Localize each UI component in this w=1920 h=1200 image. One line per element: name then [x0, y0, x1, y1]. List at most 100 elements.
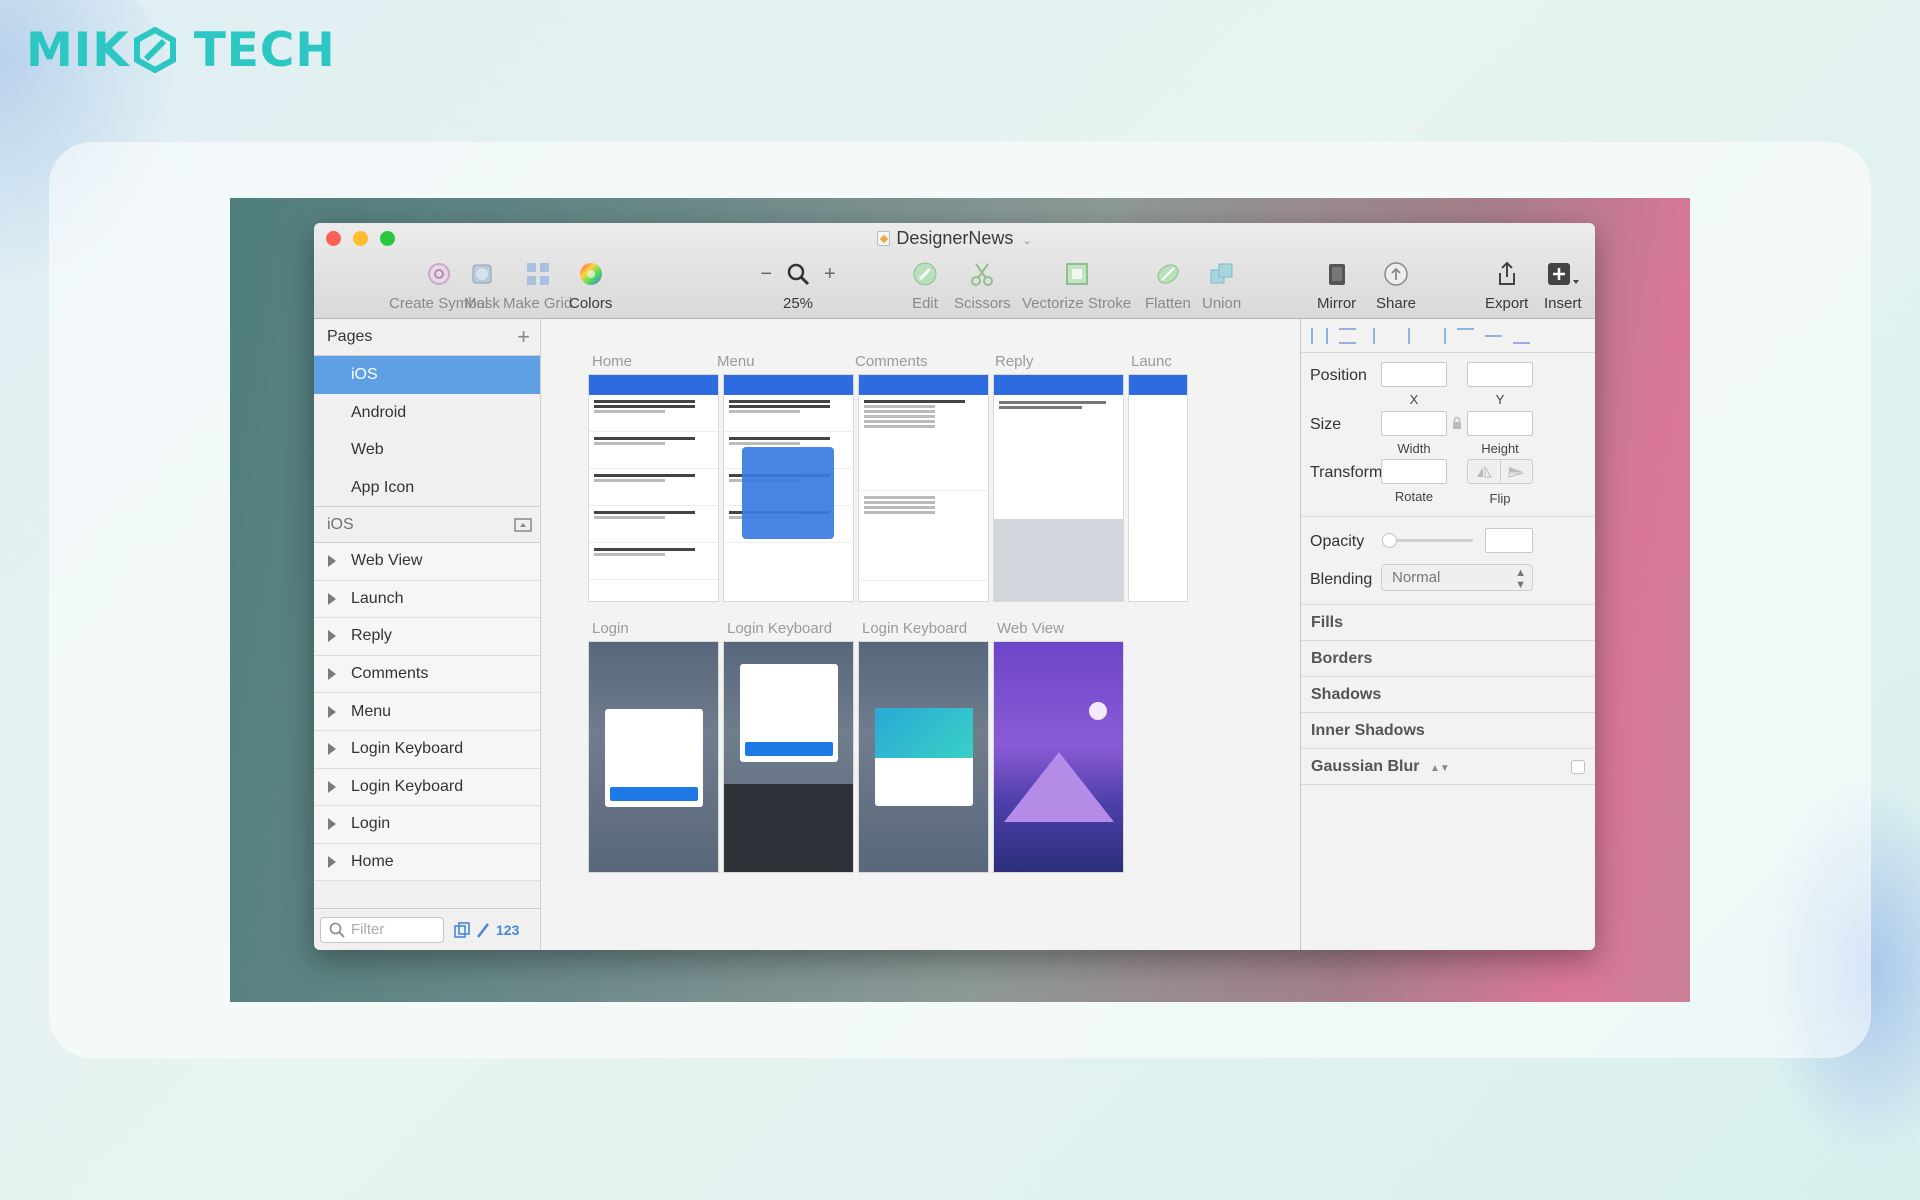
make-grid-button[interactable]: Make Grid — [503, 259, 572, 312]
filter-placeholder: Filter — [351, 921, 385, 938]
scissors-button[interactable]: Scissors — [954, 259, 1011, 312]
zoom-in-button[interactable]: + — [824, 263, 836, 286]
layer-row-login-keyboard[interactable]: Login Keyboard — [314, 730, 540, 769]
disclosure-triangle-icon[interactable] — [328, 668, 336, 681]
artboard-label[interactable]: Login Keyboard — [862, 620, 967, 637]
page-item-app-icon[interactable]: App Icon — [314, 469, 540, 507]
export-label: Export — [1485, 295, 1529, 312]
artboard-label[interactable]: Menu — [717, 353, 755, 370]
collapse-pages-icon[interactable] — [514, 517, 532, 532]
artboard-reply[interactable] — [993, 374, 1124, 602]
edit-label: Edit — [912, 295, 938, 312]
opacity-label: Opacity — [1310, 533, 1365, 550]
layer-row-menu[interactable]: Menu — [314, 693, 540, 731]
flatten-button[interactable]: Flatten — [1145, 259, 1191, 312]
disclosure-triangle-icon[interactable] — [328, 780, 336, 793]
disclosure-triangle-icon[interactable] — [328, 555, 336, 568]
disclosure-triangle-icon[interactable] — [328, 743, 336, 756]
gaussian-blur-checkbox[interactable] — [1571, 760, 1585, 774]
artboard-login-keyboard-2[interactable] — [858, 641, 989, 873]
flip-horizontal-icon[interactable] — [1468, 460, 1501, 483]
artboard-label[interactable]: Reply — [995, 353, 1033, 370]
colors-button[interactable]: Colors — [569, 259, 612, 312]
artboard-canvas[interactable]: Home Menu Comments Reply Launc Login Log… — [541, 319, 1300, 950]
y-input[interactable] — [1467, 362, 1533, 387]
blur-type-arrows-icon[interactable]: ▲▼ — [1430, 763, 1450, 774]
artboard-home[interactable] — [588, 374, 719, 602]
filter-input[interactable]: Filter — [320, 916, 444, 943]
artboard-launch[interactable] — [1128, 374, 1188, 602]
shadows-section[interactable]: Shadows — [1301, 676, 1595, 712]
edit-button[interactable]: Edit — [912, 259, 938, 312]
artboard-label[interactable]: Login Keyboard — [727, 620, 832, 637]
artboard-label[interactable]: Login — [592, 620, 629, 637]
add-page-button[interactable]: + — [517, 326, 530, 348]
align-center-icon[interactable] — [1401, 327, 1418, 344]
sketch-window: DesignerNews ⌄ Create Symbol Mask Make G… — [314, 223, 1595, 950]
layer-row-reply[interactable]: Reply — [314, 618, 540, 656]
artboard-label[interactable]: Web View — [997, 620, 1064, 637]
blending-select[interactable]: Normal ▲ ▼ — [1381, 564, 1533, 591]
mirror-button[interactable]: Mirror — [1317, 259, 1356, 312]
opacity-input[interactable] — [1485, 528, 1533, 553]
artboard-label[interactable]: Launc — [1131, 353, 1172, 370]
symbols-filter-icon[interactable] — [454, 921, 470, 938]
artboard-comments[interactable] — [858, 374, 989, 602]
disclosure-triangle-icon[interactable] — [328, 705, 336, 718]
artboard-web-view[interactable] — [993, 641, 1124, 873]
layer-row-home[interactable]: Home — [314, 843, 540, 882]
mask-button[interactable]: Mask — [464, 259, 500, 312]
pages-title: Pages — [327, 328, 373, 345]
grid-icon — [526, 263, 549, 285]
document-title[interactable]: DesignerNews ⌄ — [314, 228, 1595, 249]
gaussian-blur-section[interactable]: Gaussian Blur ▲▼ — [1301, 748, 1595, 784]
layer-row-login[interactable]: Login — [314, 806, 540, 844]
artboard-login[interactable] — [588, 641, 719, 873]
layer-row-comments[interactable]: Comments — [314, 655, 540, 694]
align-right-icon[interactable] — [1429, 327, 1446, 344]
page-item-android[interactable]: Android — [314, 394, 540, 432]
size-label: Size — [1310, 416, 1342, 433]
text-filter-count[interactable]: 123 — [496, 922, 519, 938]
artboard-menu[interactable] — [723, 374, 854, 602]
brand-right: TECH — [193, 22, 336, 78]
artboard-label[interactable]: Comments — [855, 353, 928, 370]
position-label: Position — [1310, 367, 1367, 384]
share-button[interactable]: Share — [1376, 259, 1416, 312]
borders-section[interactable]: Borders — [1301, 640, 1595, 676]
align-left-icon[interactable] — [1373, 327, 1390, 344]
artboard-login-keyboard[interactable] — [723, 641, 854, 873]
width-input[interactable] — [1381, 411, 1447, 436]
layer-row-login-keyboard-2[interactable]: Login Keyboard — [314, 768, 540, 807]
page-item-web[interactable]: Web — [314, 431, 540, 469]
export-button[interactable]: Export — [1485, 259, 1528, 312]
distribute-horizontal-icon[interactable] — [1311, 327, 1328, 344]
rotate-input[interactable] — [1381, 459, 1447, 484]
lock-icon[interactable] — [1452, 417, 1462, 429]
fills-section[interactable]: Fills — [1301, 604, 1595, 640]
disclosure-triangle-icon[interactable] — [328, 630, 336, 643]
align-middle-icon[interactable] — [1485, 327, 1502, 344]
distribute-vertical-icon[interactable] — [1339, 327, 1356, 344]
vectorize-stroke-button[interactable]: Vectorize Stroke — [1022, 259, 1131, 312]
union-button[interactable]: Union — [1202, 259, 1241, 312]
disclosure-triangle-icon[interactable] — [328, 818, 336, 831]
disclosure-triangle-icon[interactable] — [328, 592, 336, 605]
insert-button[interactable]: Insert — [1544, 259, 1582, 312]
layer-row-web-view[interactable]: Web View — [314, 543, 540, 581]
brush-filter-icon[interactable] — [476, 922, 490, 938]
align-top-icon[interactable] — [1457, 327, 1474, 344]
align-bottom-icon[interactable] — [1513, 328, 1530, 344]
x-input[interactable] — [1381, 362, 1447, 387]
layer-row-launch[interactable]: Launch — [314, 580, 540, 619]
artboard-label[interactable]: Home — [592, 353, 632, 370]
gaussian-blur-label: Gaussian Blur — [1311, 758, 1420, 775]
zoom-out-button[interactable]: − — [760, 263, 772, 286]
inner-shadows-section[interactable]: Inner Shadows — [1301, 712, 1595, 748]
height-input[interactable] — [1467, 411, 1533, 436]
disclosure-triangle-icon[interactable] — [328, 856, 336, 869]
opacity-slider[interactable] — [1382, 533, 1473, 548]
opacity-slider-knob[interactable] — [1382, 533, 1397, 548]
page-item-ios[interactable]: iOS — [314, 356, 540, 394]
flip-vertical-icon[interactable] — [1501, 460, 1533, 483]
